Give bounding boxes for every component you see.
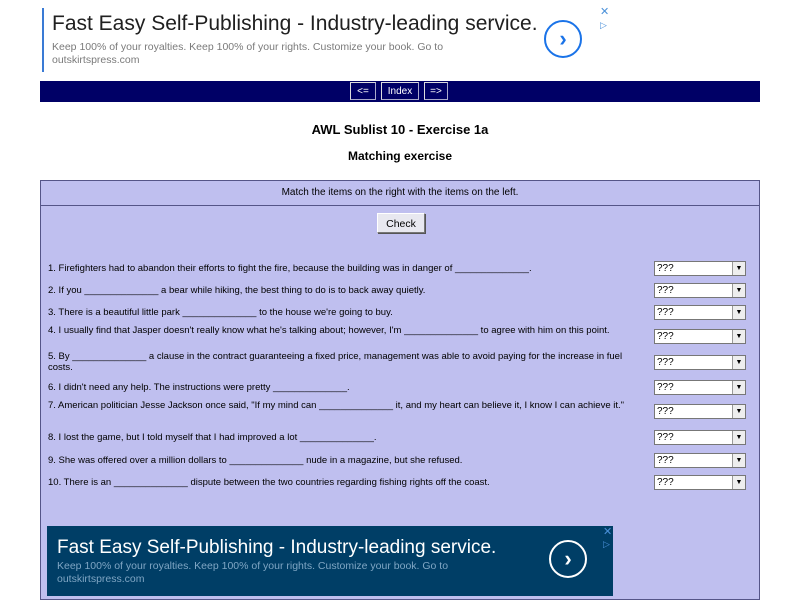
- answer-select[interactable]: ??? ▼: [654, 475, 746, 490]
- ad-description[interactable]: Keep 100% of your royalties. Keep 100% o…: [57, 560, 487, 586]
- select-value: ???: [657, 263, 674, 274]
- answer-select[interactable]: ??? ▼: [654, 453, 746, 468]
- top-ad-banner[interactable]: Fast Easy Self-Publishing - Industry-lea…: [42, 6, 614, 72]
- chevron-down-icon[interactable]: ▼: [732, 405, 745, 418]
- page-subtitle: Matching exercise: [347, 149, 453, 163]
- chevron-down-icon[interactable]: ▼: [732, 381, 745, 394]
- answer-select[interactable]: ??? ▼: [654, 404, 746, 419]
- chevron-down-icon[interactable]: ▼: [732, 306, 745, 319]
- ad-description[interactable]: Keep 100% of your royalties. Keep 100% o…: [52, 41, 492, 67]
- close-icon[interactable]: ✕: [600, 6, 609, 18]
- chevron-down-icon[interactable]: ▼: [732, 356, 745, 369]
- select-value: ???: [657, 477, 674, 488]
- bottom-ad-banner[interactable]: Fast Easy Self-Publishing - Industry-lea…: [47, 526, 613, 596]
- instructions: Match the items on the right with the it…: [41, 181, 759, 206]
- ad-title[interactable]: Fast Easy Self-Publishing - Industry-lea…: [52, 12, 538, 36]
- adchoices-icon[interactable]: ▷: [603, 539, 610, 549]
- select-value: ???: [657, 285, 674, 296]
- adchoices-icon[interactable]: ▷: [600, 20, 607, 30]
- question-text: 4. I usually find that Jasper doesn't re…: [48, 325, 610, 336]
- answer-select[interactable]: ??? ▼: [654, 430, 746, 445]
- question-text: 10. There is an ______________ dispute b…: [48, 477, 490, 488]
- question-text: 1. Firefighters had to abandon their eff…: [48, 263, 532, 274]
- prev-button[interactable]: <=: [350, 82, 376, 100]
- chevron-down-icon[interactable]: ▼: [732, 454, 745, 467]
- answer-select[interactable]: ??? ▼: [654, 355, 746, 370]
- check-button[interactable]: Check: [377, 213, 425, 233]
- answer-select[interactable]: ??? ▼: [654, 283, 746, 298]
- next-button[interactable]: =>: [424, 82, 448, 100]
- question-text: 3. There is a beautiful little park ____…: [48, 307, 393, 318]
- chevron-down-icon[interactable]: ▼: [732, 431, 745, 444]
- select-value: ???: [657, 382, 674, 393]
- select-value: ???: [657, 455, 674, 466]
- ad-title[interactable]: Fast Easy Self-Publishing - Industry-lea…: [57, 537, 496, 559]
- page-title: AWL Sublist 10 - Exercise 1a: [311, 122, 489, 137]
- chevron-down-icon[interactable]: ▼: [732, 476, 745, 489]
- question-text: 6. I didn't need any help. The instructi…: [48, 382, 350, 393]
- chevron-down-icon[interactable]: ▼: [732, 262, 745, 275]
- select-value: ???: [657, 406, 674, 417]
- answer-select[interactable]: ??? ▼: [654, 305, 746, 320]
- answer-select[interactable]: ??? ▼: [654, 380, 746, 395]
- answer-select[interactable]: ??? ▼: [654, 329, 746, 344]
- question-text: 2. If you ______________ a bear while hi…: [48, 285, 426, 296]
- chevron-right-icon[interactable]: ›: [544, 20, 582, 58]
- answer-select[interactable]: ??? ▼: [654, 261, 746, 276]
- chevron-down-icon[interactable]: ▼: [732, 330, 745, 343]
- select-value: ???: [657, 432, 674, 443]
- close-icon[interactable]: ✕: [603, 526, 612, 538]
- question-text: 9. She was offered over a million dollar…: [48, 455, 463, 466]
- index-button[interactable]: Index: [381, 82, 419, 100]
- chevron-right-icon[interactable]: ›: [549, 540, 587, 578]
- question-text: 7. American politician Jesse Jackson onc…: [48, 400, 625, 411]
- select-value: ???: [657, 307, 674, 318]
- question-text: 8. I lost the game, but I told myself th…: [48, 432, 377, 443]
- navigation-bar: <= Index =>: [40, 81, 760, 102]
- question-text: 5. By ______________ a clause in the con…: [48, 351, 623, 373]
- select-value: ???: [657, 357, 674, 368]
- chevron-down-icon[interactable]: ▼: [732, 284, 745, 297]
- select-value: ???: [657, 331, 674, 342]
